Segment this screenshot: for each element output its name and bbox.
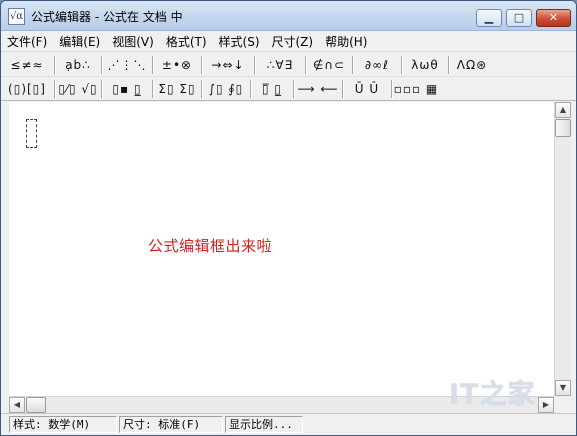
watermark-logo: IT之家 xyxy=(449,379,536,410)
relational-symbols-button[interactable]: ≤≠≈ xyxy=(1,55,53,75)
products-set-theory-templates-button[interactable]: Ū Û xyxy=(344,79,390,99)
status-zoom: 显示比例... xyxy=(225,416,303,433)
logical-symbols-button[interactable]: ∴∀∃ xyxy=(256,55,304,75)
formula-editing-area[interactable]: 公式编辑框出来啦 xyxy=(9,102,554,396)
vertical-scrollbar[interactable]: ▲ ▼ xyxy=(554,102,571,396)
fence-templates-button[interactable]: (▯)[▯] xyxy=(1,79,53,99)
toolbar-separator xyxy=(293,79,294,98)
symbol-toolbar: ≤≠≈ ạb∴ ⋰⋮⋱ ±•⊗ →⇔↓ ∴∀∃ ∉∩⊂ ∂∞ℓ λωθ ΛΩ⊛ xyxy=(1,53,576,77)
underbar-overbar-templates-button[interactable]: ▯̅ ▯̲ xyxy=(252,79,292,99)
maximize-button[interactable]: □ xyxy=(506,9,532,27)
toolbar-separator xyxy=(201,55,202,74)
close-button[interactable]: ✕ xyxy=(536,9,571,27)
app-icon[interactable]: √α xyxy=(8,8,25,25)
menu-edit[interactable]: 编辑(E) xyxy=(53,33,106,51)
matrix-templates-button[interactable]: ▫▫▫ ▦ xyxy=(393,79,439,99)
toolbar-separator xyxy=(448,55,449,74)
summation-templates-button[interactable]: Σ▯ Σ▯ xyxy=(154,79,200,99)
uppercase-greek-button[interactable]: ΛΩ⊛ xyxy=(450,55,494,75)
toolbar-separator xyxy=(391,79,392,98)
menu-size[interactable]: 尺寸(Z) xyxy=(266,33,320,51)
misc-symbols-button[interactable]: ∂∞ℓ xyxy=(354,55,400,75)
scroll-up-icon[interactable]: ▲ xyxy=(555,102,571,118)
subscript-superscript-templates-button[interactable]: ▯▪ ▯̲ xyxy=(103,79,151,99)
status-bar: 样式: 数学(M) 尺寸: 标准(F) 显示比例... xyxy=(1,413,576,435)
toolbar-separator xyxy=(152,55,153,74)
integral-templates-button[interactable]: ∫▯ ∮▯ xyxy=(203,79,249,99)
toolbar-separator xyxy=(254,55,255,74)
fraction-radical-templates-button[interactable]: ▯⁄▯ √▯ xyxy=(56,79,100,99)
toolbar-separator xyxy=(342,79,343,98)
toolbar-separator xyxy=(101,79,102,98)
toolbar-separator xyxy=(54,79,55,98)
toolbar-separator xyxy=(250,79,251,98)
operator-symbols-button[interactable]: ±•⊗ xyxy=(154,55,200,75)
status-style: 样式: 数学(M) xyxy=(9,416,117,433)
title-bar[interactable]: √α 公式编辑器 - 公式在 文档 中 ▁ □ ✕ xyxy=(1,1,576,31)
toolbar-separator xyxy=(305,55,306,74)
scroll-left-icon[interactable]: ◀ xyxy=(9,397,25,413)
toolbar-separator xyxy=(54,55,55,74)
toolbar-separator xyxy=(401,55,402,74)
menu-file[interactable]: 文件(F) xyxy=(1,33,53,51)
embellishments-button[interactable]: ⋰⋮⋱ xyxy=(103,55,151,75)
empty-slot-placeholder[interactable] xyxy=(26,119,37,148)
spaces-ellipses-button[interactable]: ạb∴ xyxy=(56,55,100,75)
arrow-symbols-button[interactable]: →⇔↓ xyxy=(203,55,253,75)
toolbar-separator xyxy=(101,55,102,74)
menu-format[interactable]: 格式(T) xyxy=(160,33,213,51)
vertical-scroll-thumb[interactable] xyxy=(555,119,571,137)
status-size: 尺寸: 标准(F) xyxy=(119,416,223,433)
toolbar-separator xyxy=(352,55,353,74)
menu-help[interactable]: 帮助(H) xyxy=(319,33,373,51)
template-toolbar: (▯)[▯] ▯⁄▯ √▯ ▯▪ ▯̲ Σ▯ Σ▯ ∫▯ ∮▯ ▯̅ ▯̲ ⟶ … xyxy=(1,77,576,101)
set-theory-symbols-button[interactable]: ∉∩⊂ xyxy=(307,55,351,75)
menu-style[interactable]: 样式(S) xyxy=(213,33,266,51)
toolbar-separator xyxy=(201,79,202,98)
lowercase-greek-button[interactable]: λωθ xyxy=(403,55,447,75)
horizontal-scroll-thumb[interactable] xyxy=(26,397,46,413)
annotation-text: 公式编辑框出来啦 xyxy=(148,237,273,255)
minimize-button[interactable]: ▁ xyxy=(476,9,502,27)
toolbar-separator xyxy=(152,79,153,98)
equation-editor-window: √α 公式编辑器 - 公式在 文档 中 ▁ □ ✕ 文件(F) 编辑(E) 视图… xyxy=(0,0,577,436)
menu-bar: 文件(F) 编辑(E) 视图(V) 格式(T) 样式(S) 尺寸(Z) 帮助(H… xyxy=(1,32,576,52)
labeled-arrow-templates-button[interactable]: ⟶ ⟵ xyxy=(295,79,341,99)
menu-view[interactable]: 视图(V) xyxy=(106,33,160,51)
window-title: 公式编辑器 - 公式在 文档 中 xyxy=(31,10,183,24)
